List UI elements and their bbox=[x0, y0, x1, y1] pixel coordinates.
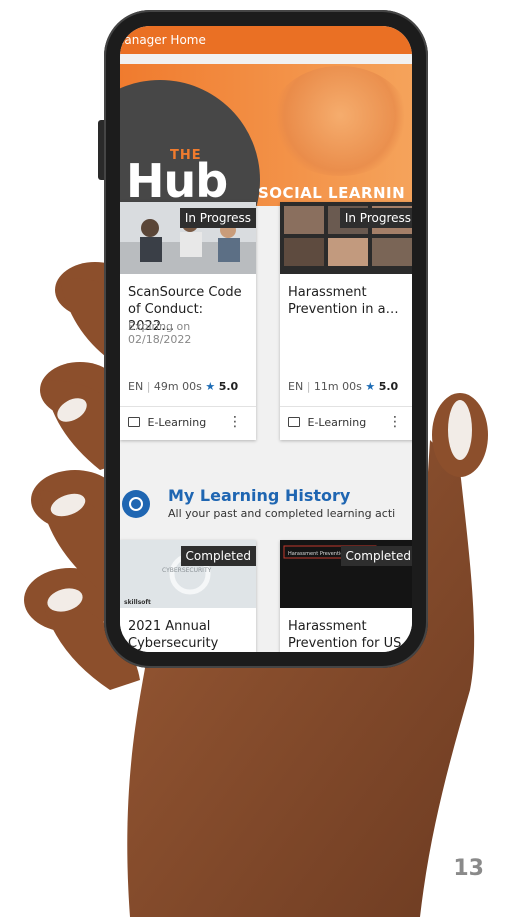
phone-screen: Manager Home THE Hub SOCIAL LEARNIN In P… bbox=[120, 26, 412, 652]
language: EN bbox=[128, 380, 144, 393]
expiry-date: 02/18/2022 bbox=[128, 333, 192, 346]
banner-photo bbox=[270, 66, 410, 176]
expiry-label-text: Expiring on bbox=[128, 320, 191, 333]
language: EN bbox=[288, 380, 304, 393]
course-meta: EN | 11m 00s ★ 5.0 bbox=[288, 380, 399, 393]
skillsoft-logo: skillsoft bbox=[124, 599, 151, 606]
more-options-icon[interactable]: ⋮ bbox=[228, 414, 242, 430]
more-options-icon[interactable]: ⋮ bbox=[388, 414, 402, 430]
rating: 5.0 bbox=[378, 380, 399, 393]
expiry-label: Expiring on 02/18/2022 bbox=[128, 320, 248, 346]
rating: 5.0 bbox=[218, 380, 239, 393]
phone-side-button bbox=[98, 120, 104, 180]
hub-banner[interactable]: THE Hub SOCIAL LEARNIN bbox=[120, 64, 412, 206]
course-title[interactable]: Harassment Prevention in a… bbox=[288, 284, 412, 318]
course-card[interactable]: In Progress Harassment Prevention in a… … bbox=[280, 202, 412, 440]
history-card[interactable]: CYBERSECURITY skillsoft Completed 2021 A… bbox=[120, 540, 256, 652]
duration: 49m 00s bbox=[153, 380, 202, 393]
section-title[interactable]: My Learning History bbox=[168, 486, 350, 505]
course-type-label: E-Learning bbox=[147, 416, 207, 429]
course-title[interactable]: 2021 Annual Cybersecurity bbox=[128, 618, 252, 652]
status-badge: Completed bbox=[340, 546, 412, 566]
history-clock-icon bbox=[122, 490, 150, 518]
page-title: Manager Home bbox=[120, 33, 206, 47]
status-badge: In Progress bbox=[179, 208, 256, 228]
page-number: 13 bbox=[453, 856, 484, 881]
duration: 11m 00s bbox=[313, 380, 362, 393]
banner-tagline: SOCIAL LEARNIN bbox=[258, 184, 406, 202]
star-icon: ★ bbox=[205, 380, 216, 393]
section-subtitle: All your past and completed learning act… bbox=[168, 507, 396, 520]
history-card[interactable]: Harassment Prevention fo Completed Haras… bbox=[280, 540, 412, 652]
course-type: E-Learning bbox=[288, 416, 366, 429]
logo-hub: Hub bbox=[126, 154, 228, 206]
star-icon: ★ bbox=[365, 380, 376, 393]
video-icon bbox=[288, 417, 300, 427]
status-badge: Completed bbox=[180, 546, 256, 566]
divider bbox=[120, 406, 256, 407]
status-badge: In Progress bbox=[339, 208, 412, 228]
video-icon bbox=[128, 417, 140, 427]
course-meta: EN | 49m 00s ★ 5.0 bbox=[128, 380, 239, 393]
course-type-label: E-Learning bbox=[307, 416, 367, 429]
divider bbox=[280, 406, 412, 407]
app-header: Manager Home bbox=[120, 26, 412, 54]
course-type: E-Learning bbox=[128, 416, 206, 429]
course-card[interactable]: In Progress ScanSource Code of Conduct: … bbox=[120, 202, 256, 440]
thumbnail-caption: CYBERSECURITY bbox=[162, 567, 212, 574]
course-title[interactable]: Harassment Prevention for US bbox=[288, 618, 412, 652]
